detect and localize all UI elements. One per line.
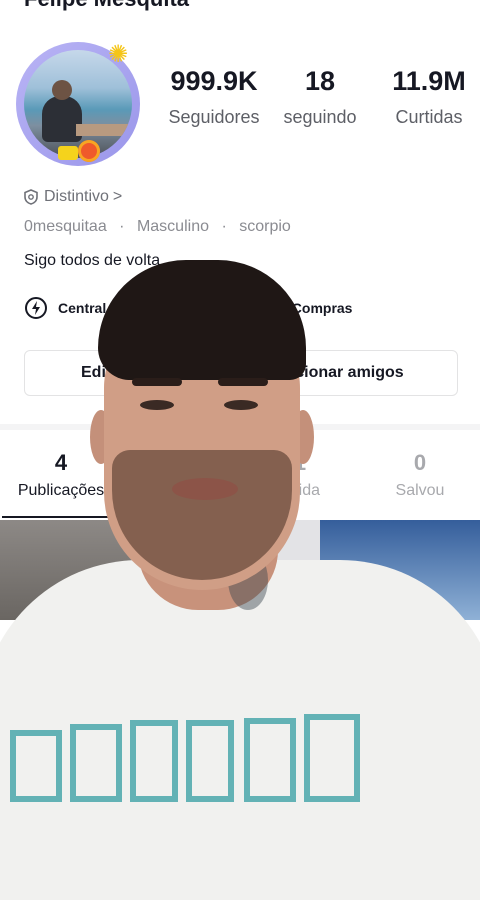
central-link[interactable]: Central [24, 296, 106, 320]
followers-label: Seguidores [168, 107, 260, 127]
profile-tabs: 4 Publicações 1 urtida 0 Salvou [0, 450, 480, 518]
following-count: 18 [304, 66, 336, 96]
post-thumbnail[interactable] [160, 520, 320, 620]
separator-dot: · [119, 218, 125, 235]
shirt-print [0, 710, 420, 810]
likes-count: 11.9M [392, 66, 466, 96]
post-thumbnail[interactable] [320, 520, 480, 620]
profile-meta: 0mesquitaa · Masculino · scorpio [24, 218, 291, 236]
central-label: Central [58, 300, 107, 316]
stat-likes[interactable]: 11.9M Curtidas [382, 66, 476, 128]
profile-stats: 999.9K Seguidores 18 seguindo 11.9M Curt… [150, 66, 480, 146]
badge-link[interactable]: Distintivo > [24, 188, 122, 206]
sun-sticker-icon: ✺ [108, 41, 129, 68]
stat-following[interactable]: 18 seguindo [274, 66, 366, 128]
saved-count: 0 [413, 450, 427, 475]
profile-bio: Sigo todos de volta [24, 252, 161, 269]
eye [224, 400, 258, 410]
lightning-icon [25, 297, 47, 319]
eye [140, 400, 174, 410]
liked-label: urtida [279, 482, 321, 499]
ticket-sticker-icon [58, 146, 78, 160]
profile-actions: Edi dicionar amigos [24, 350, 458, 398]
stat-followers[interactable]: 999.9K Seguidores [158, 66, 270, 128]
posts-count: 4 [54, 450, 68, 475]
saved-label: Salvou [395, 482, 445, 499]
posts-label: Publicações [17, 482, 105, 499]
tab-posts[interactable]: 4 Publicações [0, 450, 122, 500]
post-thumbnail[interactable] [0, 520, 160, 620]
section-divider [0, 424, 480, 430]
zodiac-sign: scorpio [239, 218, 291, 235]
liked-count: 1 [293, 450, 307, 475]
profile-header: Felipe Mesquita [0, 0, 480, 14]
posts-grid [0, 520, 480, 620]
active-tab-indicator [2, 516, 122, 518]
gender: Masculino [136, 218, 209, 235]
likes-label: Curtidas [395, 107, 463, 127]
following-label: seguindo [283, 107, 357, 127]
separator-dot: · [221, 218, 227, 235]
username: 0mesquitaa [24, 218, 107, 235]
flower-sticker-icon [78, 140, 100, 162]
shopping-link[interactable]: i Compras [284, 300, 352, 316]
tab-liked[interactable]: 1 urtida [250, 450, 350, 500]
badge-label: Distintivo [44, 188, 109, 205]
profile-display-name: Felipe Mesquita [24, 0, 189, 12]
tab-saved[interactable]: 0 Salvou [370, 450, 470, 500]
edit-profile-button[interactable]: Edi [24, 350, 224, 396]
profile-links: Central i Compras [24, 296, 464, 320]
chevron-right-icon: > [112, 188, 123, 205]
badge-icon [24, 189, 38, 205]
followers-count: 999.9K [170, 66, 258, 96]
add-friends-button[interactable]: dicionar amigos [240, 350, 458, 396]
